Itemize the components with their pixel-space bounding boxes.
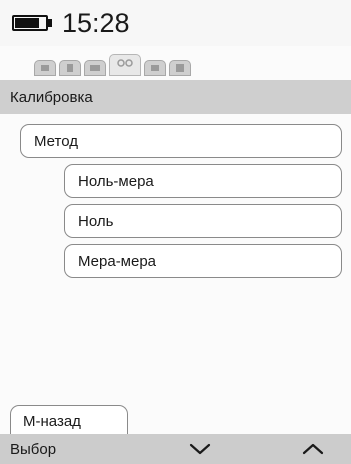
clock: 15:28 [62, 8, 130, 38]
option-zero[interactable]: Ноль [64, 204, 342, 238]
page-title: Калибровка [10, 89, 93, 106]
chevron-down-icon[interactable] [188, 440, 212, 458]
link-icon [117, 59, 133, 67]
device-screen: 15:28 Калибровка Метод Ноль-мера Ноль Ме… [0, 0, 351, 464]
title-bar: Калибровка [0, 80, 351, 114]
option-measure-measure[interactable]: Мера-мера [64, 244, 342, 278]
tab-icon-5 [151, 65, 159, 71]
tab-icon-3 [90, 65, 100, 71]
tab-icon-6 [176, 64, 184, 72]
tab-3[interactable] [84, 60, 106, 76]
tab-2[interactable] [59, 60, 81, 76]
tab-icon-2 [67, 64, 73, 72]
back-tab[interactable]: М-назад [10, 405, 128, 435]
softkey-bar: Выбор [0, 434, 351, 464]
tab-6[interactable] [169, 60, 191, 76]
tab-1[interactable] [34, 60, 56, 76]
option-zero-measure[interactable]: Ноль-мера [64, 164, 342, 198]
tab-icon-1 [41, 65, 49, 71]
select-softkey[interactable]: Выбор [10, 441, 56, 458]
status-bar: 15:28 [0, 0, 351, 46]
battery-icon [12, 15, 48, 31]
tab-5[interactable] [144, 60, 166, 76]
chevron-up-icon[interactable] [301, 440, 325, 458]
battery-tip [48, 19, 52, 27]
method-button[interactable]: Метод [20, 124, 342, 158]
battery-level-fill [15, 18, 39, 28]
tab-calibration[interactable] [109, 54, 141, 76]
